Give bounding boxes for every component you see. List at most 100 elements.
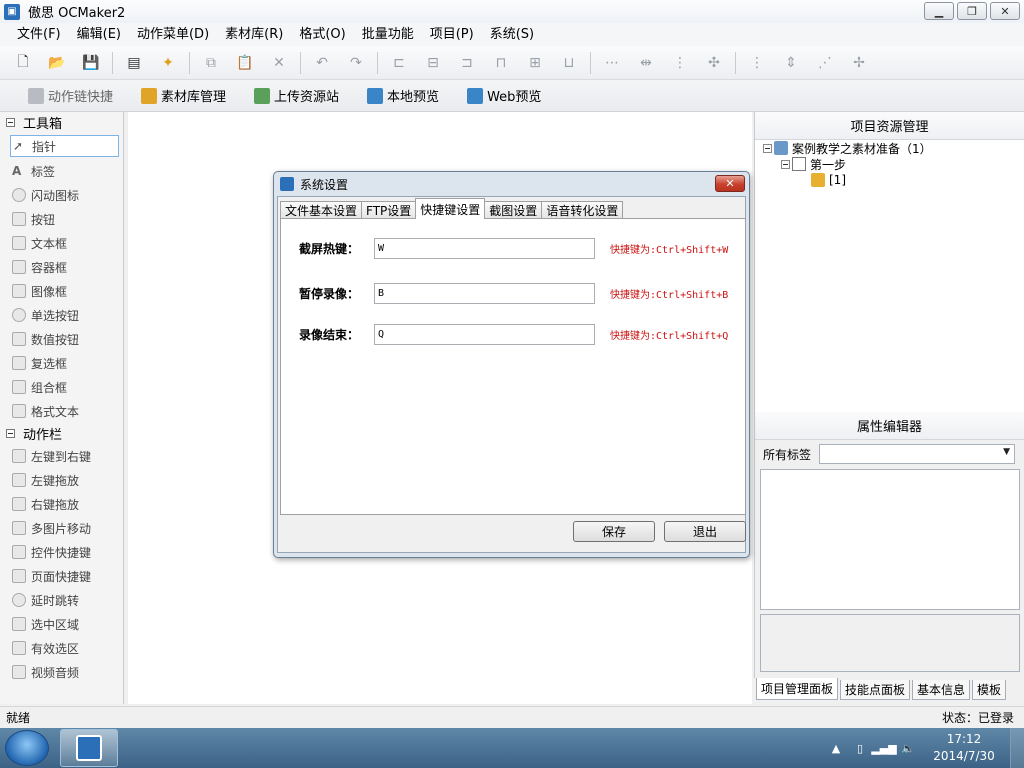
puzzle-icon[interactable]: ✦	[157, 52, 179, 74]
action-delay-jump[interactable]: 延时跳转	[0, 588, 123, 612]
menu-library[interactable]: 素材库(R)	[218, 23, 290, 46]
menu-format[interactable]: 格式(O)	[292, 23, 352, 46]
tool-radio[interactable]: 单选按钮	[0, 303, 123, 327]
center-v-icon[interactable]: ✢	[848, 52, 870, 74]
tab-file-basic[interactable]: 文件基本设置	[280, 201, 363, 219]
tool-image[interactable]: 图像框	[0, 279, 123, 303]
align-left-icon[interactable]: ⊏	[388, 52, 410, 74]
web-preview-button[interactable]: Web预览	[467, 86, 541, 105]
tool-checkbox[interactable]: 复选框	[0, 351, 123, 375]
tool-textbox[interactable]: 文本框	[0, 231, 123, 255]
exit-button[interactable]: 退出	[664, 521, 746, 542]
spacing-v-icon[interactable]: ⇕	[780, 52, 802, 74]
clock[interactable]: 17:12 2014/7/30	[924, 731, 1004, 765]
tool-button[interactable]: 按钮	[0, 207, 123, 231]
menu-project[interactable]: 项目(P)	[423, 23, 481, 46]
pause-recording-input[interactable]: B	[374, 282, 595, 304]
tab-screenshot[interactable]: 截图设置	[484, 201, 543, 219]
action-page-hotkey[interactable]: 页面快捷键	[0, 564, 123, 588]
copy-icon[interactable]: ⧉	[200, 52, 222, 74]
collapse-icon[interactable]	[763, 143, 772, 153]
tool-container[interactable]: 容器框	[0, 255, 123, 279]
volume-icon[interactable]: 🔈	[900, 740, 916, 756]
tool-label: 数值按钮	[31, 332, 80, 347]
align-center-icon[interactable]: ⊟	[422, 52, 444, 74]
usb-device-icon[interactable]: ▯	[852, 740, 868, 756]
tree-leaf[interactable]: [1]	[763, 172, 932, 188]
distribute-v-icon[interactable]: ⋮	[746, 52, 768, 74]
upload-button[interactable]: 上传资源站	[254, 86, 339, 105]
tab-ftp[interactable]: FTP设置	[361, 201, 417, 219]
align-right-icon[interactable]: ⊐	[456, 52, 478, 74]
minimize-button[interactable]: ▁	[924, 2, 954, 20]
tray-expand-icon[interactable]: ▲	[828, 740, 844, 756]
tab-template[interactable]: 模板	[972, 680, 1007, 700]
tab-basic-info[interactable]: 基本信息	[912, 680, 971, 700]
hotkey-tab-page: 截屏热键： W 快捷键为:Ctrl+Shift+W 暂停录像： B 快捷键为:C…	[280, 218, 746, 515]
tool-groupbox[interactable]: 组合框	[0, 375, 123, 399]
new-file-icon[interactable]: 🗋	[12, 52, 34, 74]
menu-batch[interactable]: 批量功能	[355, 23, 421, 46]
align-middle-icon[interactable]: ⊞	[524, 52, 546, 74]
collapse-icon[interactable]	[6, 118, 15, 127]
tool-pointer[interactable]: ➚ 指针	[10, 135, 119, 157]
tab-project-panel[interactable]: 项目管理面板	[756, 678, 839, 700]
tab-skill-panel[interactable]: 技能点面板	[840, 680, 911, 700]
toolbox-section-header[interactable]: 工具箱	[0, 112, 123, 133]
tool-richtext[interactable]: 格式文本	[0, 399, 123, 423]
library-button[interactable]: 素材库管理	[141, 86, 226, 105]
align-bottom-icon[interactable]: ⊔	[558, 52, 580, 74]
tab-hotkey[interactable]: 快捷键设置	[415, 198, 486, 219]
distribute-h-icon[interactable]: ⋯	[601, 52, 623, 74]
tool-label[interactable]: A 标签	[0, 159, 123, 183]
action-control-hotkey[interactable]: 控件快捷键	[0, 540, 123, 564]
menu-action[interactable]: 动作菜单(D)	[130, 23, 216, 46]
action-valid-area[interactable]: 有效选区	[0, 636, 123, 660]
collapse-icon[interactable]	[6, 429, 15, 438]
dialog-close-button[interactable]: ✕	[715, 175, 745, 192]
action-link-button[interactable]: 动作链快捷	[28, 86, 113, 105]
open-folder-icon[interactable]: 📂	[46, 52, 68, 74]
taskbar-app-button[interactable]	[60, 729, 118, 767]
screenshot-hotkey-input[interactable]: W	[374, 237, 595, 259]
show-desktop-button[interactable]	[1010, 728, 1024, 768]
action-left-drag[interactable]: 左键拖放	[0, 468, 123, 492]
local-preview-button[interactable]: 本地预览	[367, 86, 439, 105]
tool-numeric[interactable]: 数值按钮	[0, 327, 123, 351]
action-left-to-right[interactable]: 左键到右键	[0, 444, 123, 468]
step-icon[interactable]: ▤	[123, 52, 145, 74]
network-icon[interactable]: ▂▄▆	[871, 740, 896, 756]
paste-icon[interactable]: 📋	[234, 52, 256, 74]
collapse-icon[interactable]	[781, 159, 790, 169]
action-right-drag[interactable]: 右键拖放	[0, 492, 123, 516]
tree-step[interactable]: 第一步	[763, 156, 932, 172]
center-h-icon[interactable]: ✣	[703, 52, 725, 74]
field-hint: 快捷键为:Ctrl+Shift+B	[610, 289, 729, 301]
stop-recording-input[interactable]: Q	[374, 323, 595, 345]
puzzle-icon	[811, 173, 825, 187]
action-video-audio[interactable]: 视频音频	[0, 660, 123, 684]
redo-icon[interactable]: ↷	[345, 52, 367, 74]
tab-voice[interactable]: 语音转化设置	[541, 201, 624, 219]
action-section-header[interactable]: 动作栏	[0, 423, 123, 444]
menu-system[interactable]: 系统(S)	[483, 23, 541, 46]
undo-icon[interactable]: ↶	[311, 52, 333, 74]
maximize-button[interactable]: ❐	[957, 2, 987, 20]
tag-select[interactable]	[819, 444, 1016, 464]
save-button[interactable]: 保存	[573, 521, 655, 542]
spacing-h-icon[interactable]: ⇹	[635, 52, 657, 74]
save-icon[interactable]: 💾	[80, 52, 102, 74]
tool-flash-icon[interactable]: 闪动图标	[0, 183, 123, 207]
align-top-icon[interactable]: ⊓	[490, 52, 512, 74]
action-multi-image[interactable]: 多图片移动	[0, 516, 123, 540]
menu-edit[interactable]: 编辑(E)	[70, 23, 128, 46]
start-button[interactable]	[5, 730, 49, 766]
menu-file[interactable]: 文件(F)	[10, 23, 68, 46]
grid-v-icon[interactable]: ⋰	[814, 52, 836, 74]
grid-h-icon[interactable]: ⋮	[669, 52, 691, 74]
tree-root[interactable]: 案例教学之素材准备（1）	[763, 140, 932, 156]
action-select-area[interactable]: 选中区域	[0, 612, 123, 636]
property-grid[interactable]	[760, 469, 1020, 610]
delete-icon[interactable]: ✕	[268, 52, 290, 74]
close-button[interactable]: ✕	[990, 2, 1020, 20]
